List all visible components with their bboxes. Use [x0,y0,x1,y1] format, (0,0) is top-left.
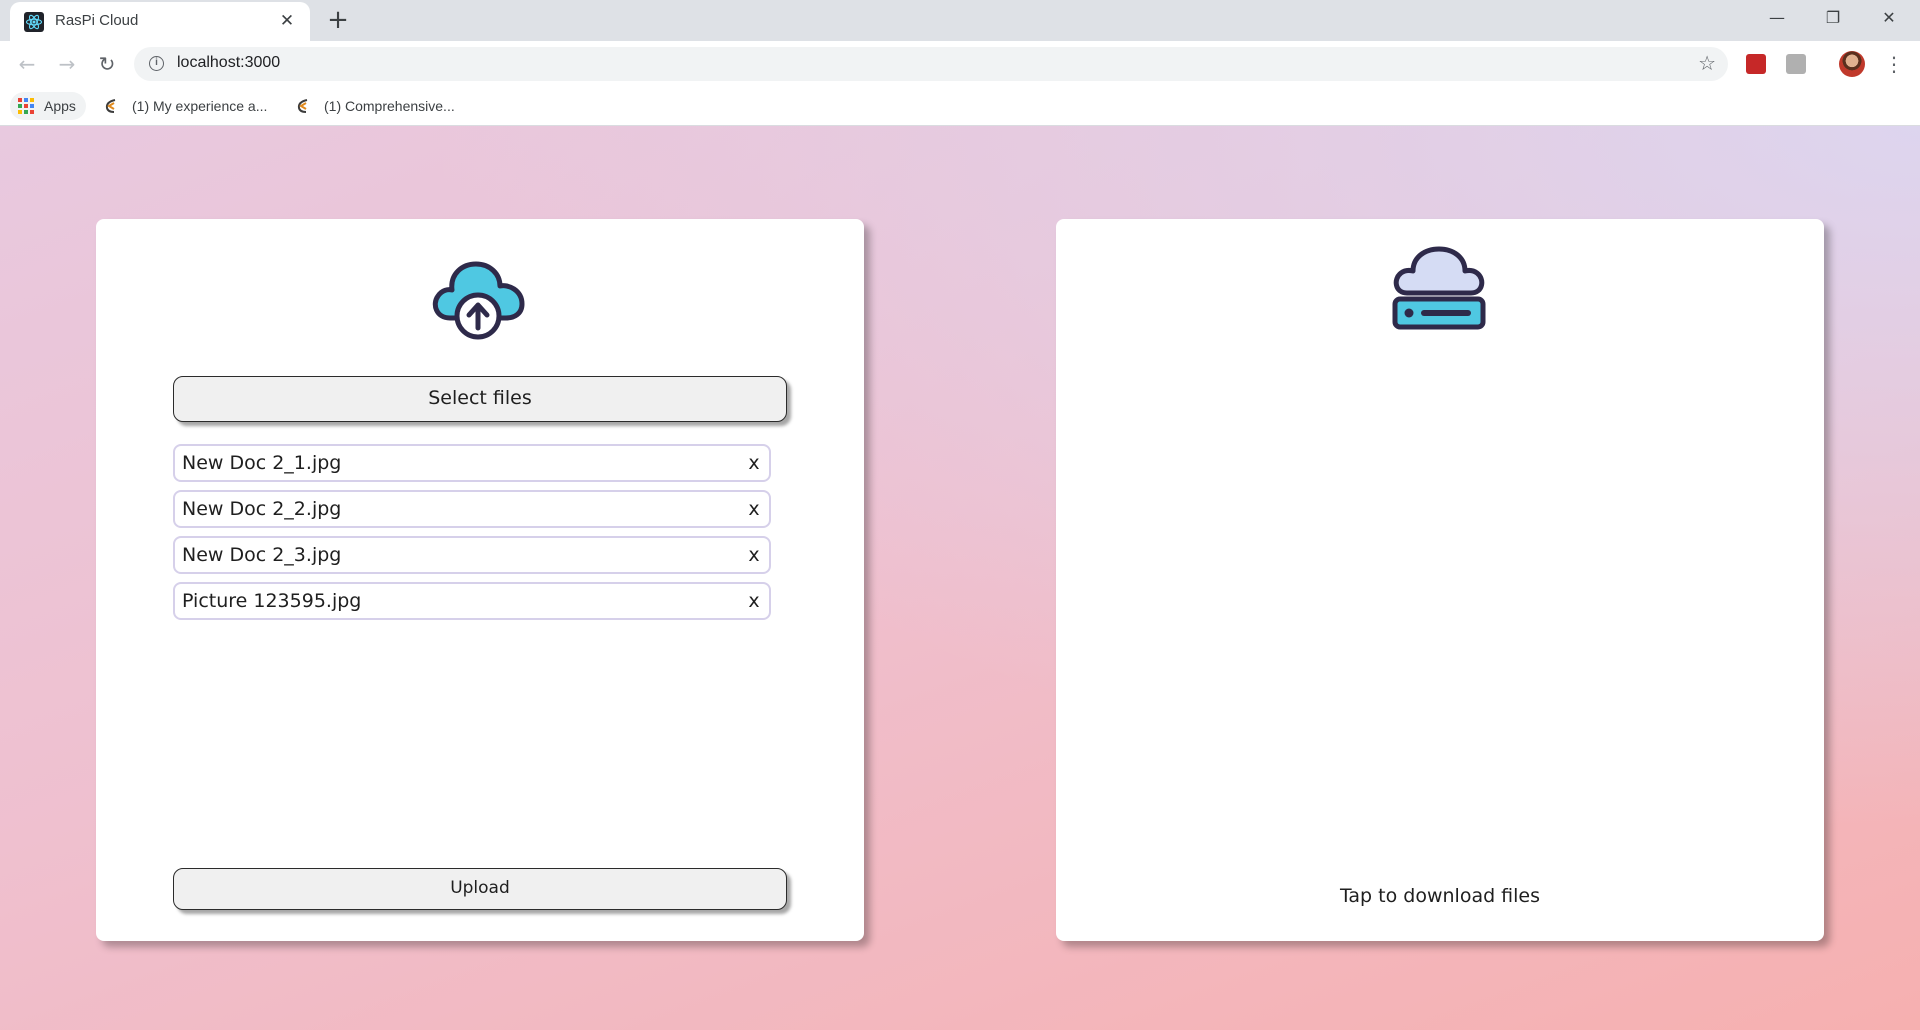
bookmark-label: (1) Comprehensive... [324,98,455,114]
new-tab-button[interactable]: + [324,6,352,34]
file-name: Picture 123595.jpg [182,590,362,612]
bookmarks-bar: Apps (1) My experience a... (1) Comprehe… [0,86,1920,126]
remove-file-button[interactable]: x [745,588,763,614]
extension-icon[interactable] [1746,54,1766,74]
file-item: New Doc 2_2.jpg x [173,490,771,528]
file-name: New Doc 2_3.jpg [182,544,342,566]
minimize-button[interactable]: — [1750,0,1804,36]
tab-strip: RasPi Cloud ✕ + — ❐ ✕ [0,0,1920,41]
more-menu-icon[interactable]: ⋮ [1884,51,1904,77]
tab-title: RasPi Cloud [55,12,139,29]
download-card[interactable]: Tap to download files [1056,219,1824,941]
back-icon[interactable]: ← [11,48,43,80]
bookmark-favicon-icon [297,99,308,113]
file-item: New Doc 2_1.jpg x [173,444,771,482]
file-name: New Doc 2_1.jpg [182,452,342,474]
selected-files-list: New Doc 2_1.jpg x New Doc 2_2.jpg x New … [173,444,771,628]
extension-icon[interactable] [1786,54,1806,74]
file-item: Picture 123595.jpg x [173,582,771,620]
select-files-button[interactable]: Select files [173,376,787,422]
restore-button[interactable]: ❐ [1806,0,1860,36]
remove-file-button[interactable]: x [745,496,763,522]
file-name: New Doc 2_2.jpg [182,498,342,520]
apps-shortcut[interactable]: Apps [10,92,86,120]
bookmark-label: (1) My experience a... [132,98,268,114]
tab-close-icon[interactable]: ✕ [276,10,298,32]
react-icon [24,12,44,32]
page-background: Select files New Doc 2_1.jpg x New Doc 2… [0,126,1920,1030]
address-bar[interactable]: i localhost:3000 ☆ [134,47,1728,81]
info-icon[interactable]: i [149,56,164,71]
browser-toolbar: ← → ↻ i localhost:3000 ☆ ⋮ [0,41,1920,86]
reload-icon[interactable]: ↻ [91,48,123,80]
profile-avatar[interactable] [1839,51,1865,77]
bookmark-favicon-icon [105,99,116,113]
apps-grid-icon [18,98,34,114]
cloud-upload-icon [432,261,525,340]
remove-file-button[interactable]: x [745,450,763,476]
browser-tab[interactable]: RasPi Cloud ✕ [10,2,310,41]
file-item: New Doc 2_3.jpg x [173,536,771,574]
remove-file-button[interactable]: x [745,542,763,568]
upload-button[interactable]: Upload [173,868,787,910]
cloud-server-icon [1392,246,1486,330]
close-window-button[interactable]: ✕ [1862,0,1916,36]
bookmark-item[interactable]: (1) Comprehensive... [294,92,455,120]
upload-card: Select files New Doc 2_1.jpg x New Doc 2… [96,219,864,941]
bookmark-star-icon[interactable]: ☆ [1698,51,1716,75]
forward-icon[interactable]: → [51,48,83,80]
download-label[interactable]: Tap to download files [1056,885,1824,907]
bookmark-item[interactable]: (1) My experience a... [102,92,267,120]
apps-label: Apps [44,98,76,114]
url-text[interactable]: localhost:3000 [177,54,280,72]
